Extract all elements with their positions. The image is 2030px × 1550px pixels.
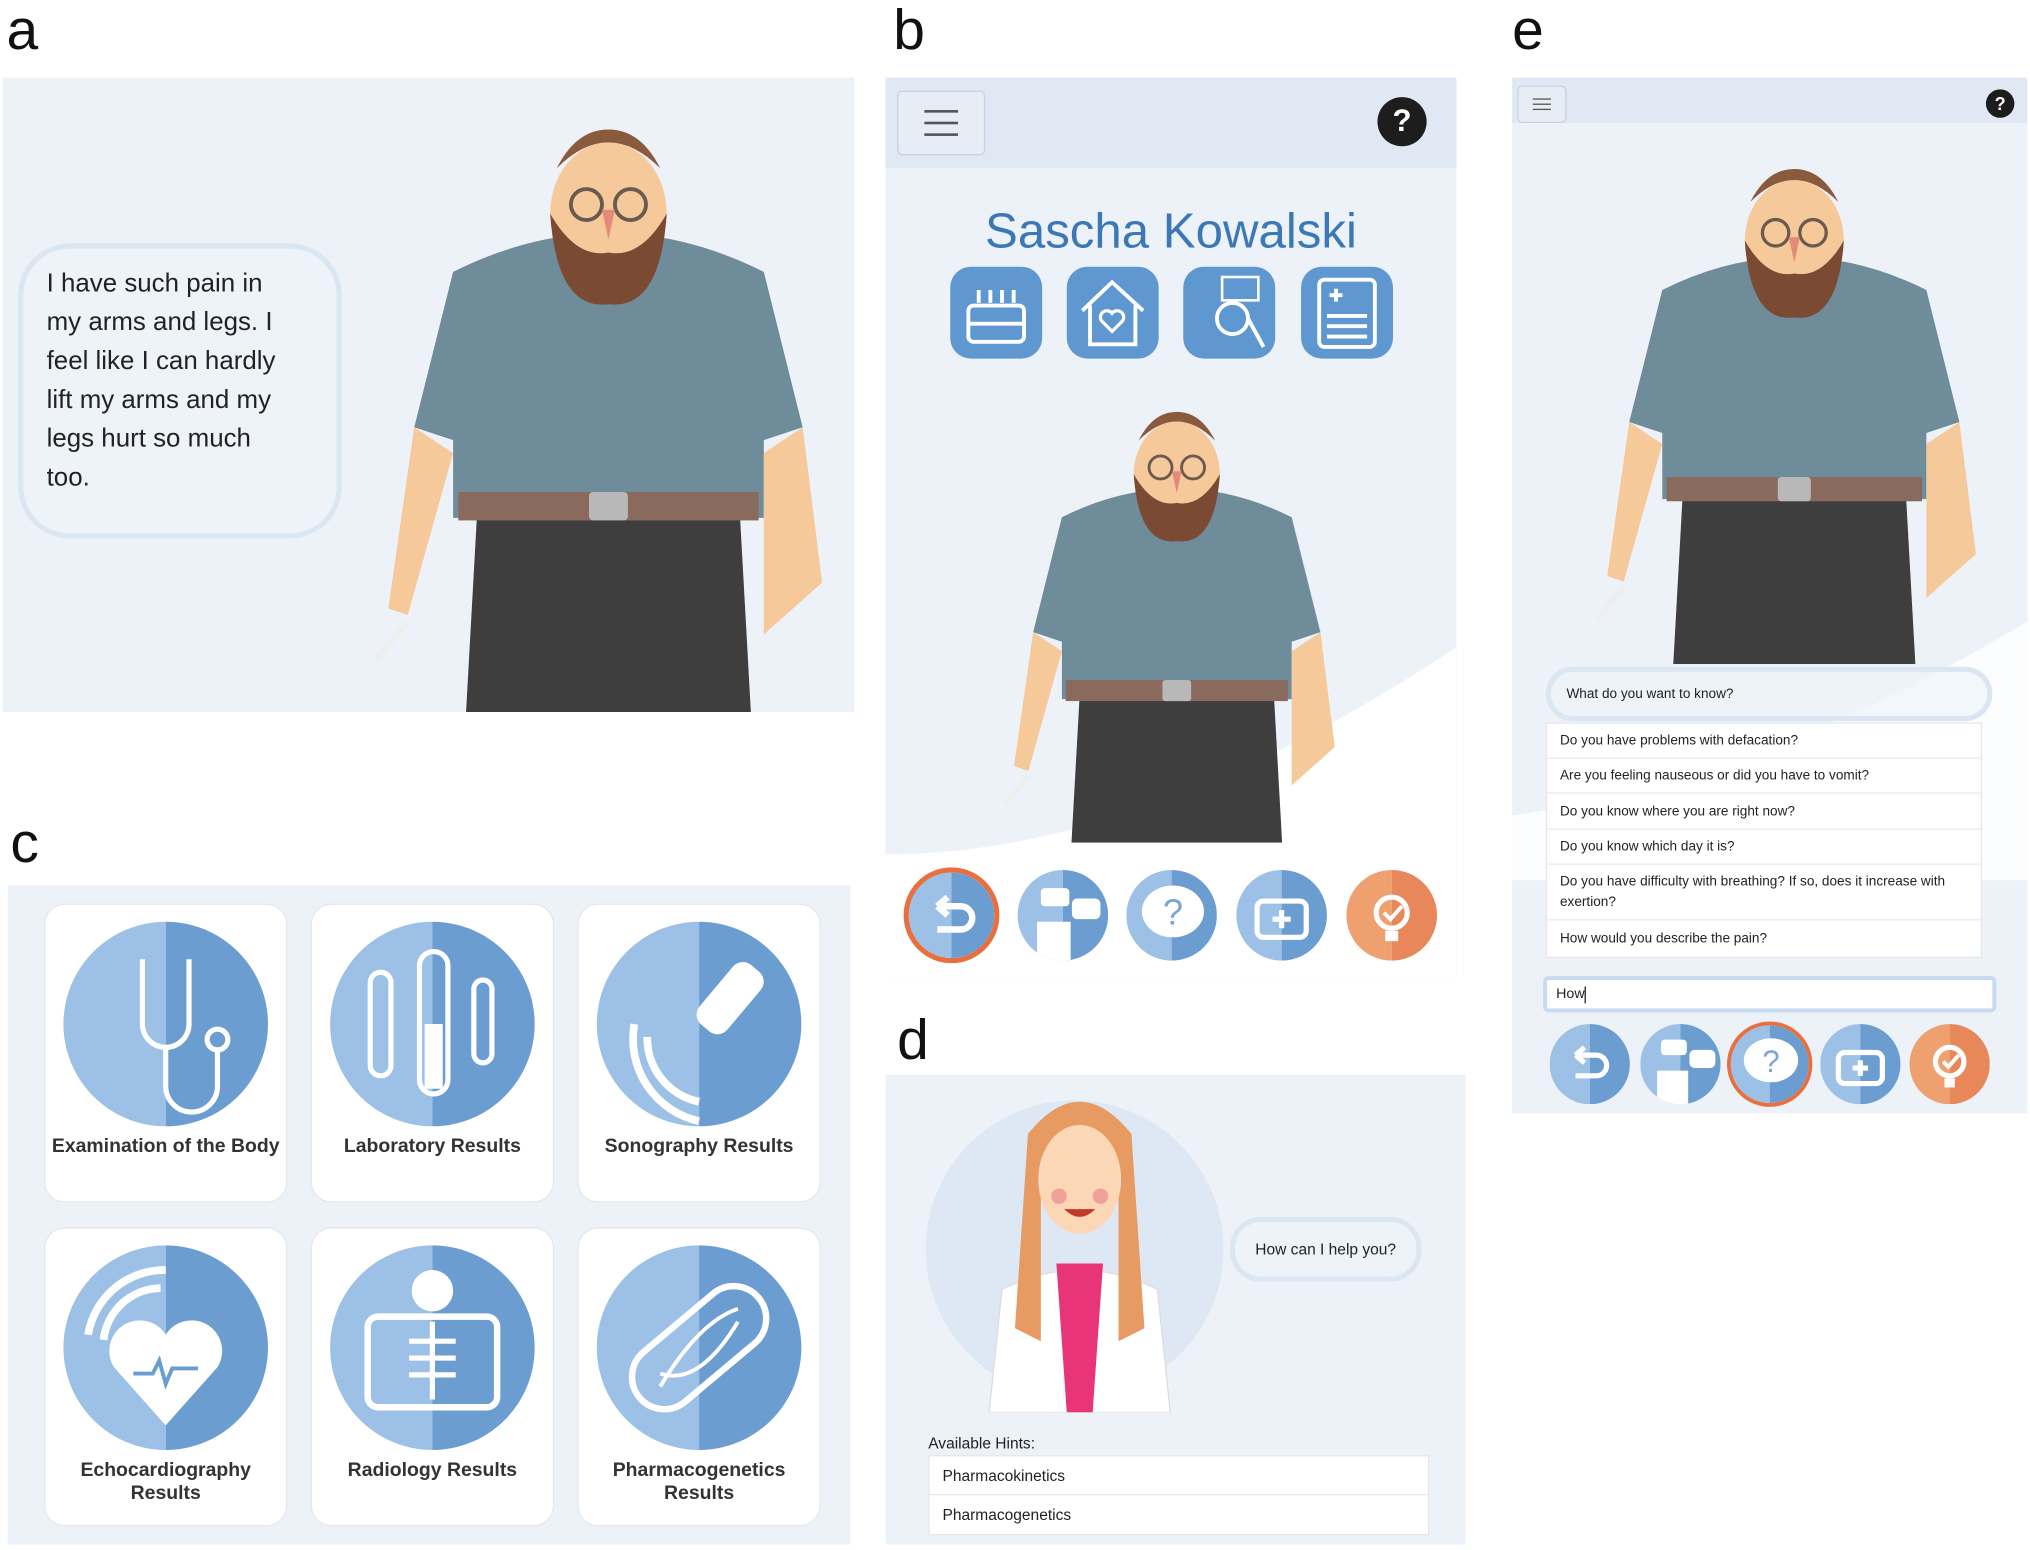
heart-echo-icon [63, 1245, 268, 1450]
ultrasound-probe-icon [596, 921, 802, 1127]
panel-label-b: b [893, 0, 925, 63]
result-card-test-tubes[interactable]: Laboratory Results [310, 903, 555, 1203]
patient-avatar [1574, 136, 2014, 664]
hint-button[interactable] [1346, 869, 1438, 961]
hints-label: Available Hints: [928, 1434, 1036, 1453]
panel-label-c: c [10, 811, 39, 876]
speech-line: too. [46, 463, 90, 492]
help-button[interactable]: ? [1377, 97, 1427, 147]
ask-question-button[interactable]: ? [1726, 1021, 1813, 1107]
birthday-cake-icon[interactable] [950, 266, 1043, 359]
result-card-label: Sonography Results [604, 1135, 794, 1158]
first-aid-button[interactable] [1820, 1024, 1901, 1105]
result-card-label: Examination of the Body [51, 1135, 280, 1158]
patient-speech-bubble: I have such pain in my arms and legs. I … [18, 243, 342, 539]
svg-text:?: ? [1163, 891, 1183, 932]
menu-button[interactable] [1517, 85, 1567, 123]
talk-to-doctor-button[interactable] [1017, 869, 1109, 961]
header-bar [1512, 77, 2028, 123]
question-suggestions-list: Do you have problems with defacation? Ar… [1545, 722, 1983, 959]
result-card-label: Echocardiography Results [80, 1459, 251, 1505]
medical-record-icon[interactable] [1301, 266, 1393, 359]
home-heart-icon[interactable] [1066, 266, 1159, 359]
patient-name: Sascha Kowalski [985, 204, 1357, 259]
xray-icon [330, 1245, 535, 1450]
question-item[interactable]: Do you know which day it is? [1547, 830, 1981, 865]
result-card-label: Laboratory Results [343, 1135, 521, 1158]
patient-avatar [989, 383, 1364, 843]
panel-c-results: Examination of the Body Laboratory Result… [7, 885, 851, 1545]
result-card-ultrasound-probe[interactable]: Sonography Results [577, 903, 821, 1203]
panel-label-e: e [1512, 0, 1544, 63]
doctor-speech-bubble: How can I help you? [1229, 1216, 1422, 1282]
patient-avatar [362, 91, 854, 712]
stethoscope-icon [63, 921, 268, 1127]
back-button[interactable] [1549, 1024, 1630, 1105]
question-item[interactable]: How would you describe the pain? [1547, 920, 1981, 956]
back-button[interactable] [903, 867, 1000, 964]
panel-e-question-search: ? What do you want to know? Do you have … [1512, 77, 2028, 1114]
talk-to-doctor-button[interactable] [1640, 1024, 1721, 1105]
hints-list: Pharmacokinetics Pharmacogenetics [928, 1455, 1430, 1536]
speech-line: I have such pain in [46, 269, 263, 298]
speech-line: lift my arms and my [46, 385, 272, 415]
question-item[interactable]: Are you feeling nauseous or did you have… [1547, 759, 1981, 794]
panel-a-patient-speech: I have such pain in my arms and legs. I … [2, 77, 855, 713]
prompt-bubble: What do you want to know? [1545, 666, 1993, 722]
speech-line: my arms and legs. I [46, 308, 273, 337]
hint-button[interactable] [1909, 1024, 1990, 1105]
result-card-dna-pill[interactable]: Pharmacogenetics Results [577, 1227, 821, 1527]
panel-b-patient-profile: ? Sascha Kowalski ? [885, 77, 1457, 978]
question-item[interactable]: Do you have problems with defacation? [1547, 724, 1981, 759]
question-item[interactable]: Do you know where you are right now? [1547, 794, 1981, 830]
question-item[interactable]: Do you have difficulty with breathing? I… [1547, 865, 1981, 921]
panel-label-d: d [897, 1008, 929, 1072]
hobbies-icon[interactable] [1183, 266, 1276, 359]
menu-button[interactable] [897, 90, 986, 156]
result-card-stethoscope[interactable]: Examination of the Body [44, 903, 288, 1203]
hint-item[interactable]: Pharmacogenetics [930, 1495, 1428, 1534]
speech-line: feel like I can hardly [46, 346, 276, 376]
test-tubes-icon [330, 921, 535, 1127]
result-card-xray[interactable]: Radiology Results [310, 1227, 555, 1527]
result-card-heart-echo[interactable]: Echocardiography Results [44, 1227, 288, 1527]
panel-label-a: a [6, 0, 39, 63]
ask-question-button[interactable]: ? [1126, 869, 1217, 961]
result-card-label: Radiology Results [347, 1459, 518, 1482]
doctor-avatar [988, 1101, 1171, 1413]
question-search-input[interactable]: How [1543, 976, 1997, 1013]
svg-text:?: ? [1762, 1044, 1779, 1079]
panel-d-doctor-hints: How can I help you? Available Hints: Pha… [885, 1074, 1466, 1545]
hint-item[interactable]: Pharmacokinetics [929, 1456, 1428, 1496]
result-card-label: Pharmacogenetics Results [612, 1459, 786, 1505]
dna-pill-icon [596, 1245, 802, 1450]
speech-line: legs hurt so much [46, 424, 251, 454]
first-aid-button[interactable] [1236, 869, 1327, 961]
help-button[interactable]: ? [1985, 89, 2015, 118]
